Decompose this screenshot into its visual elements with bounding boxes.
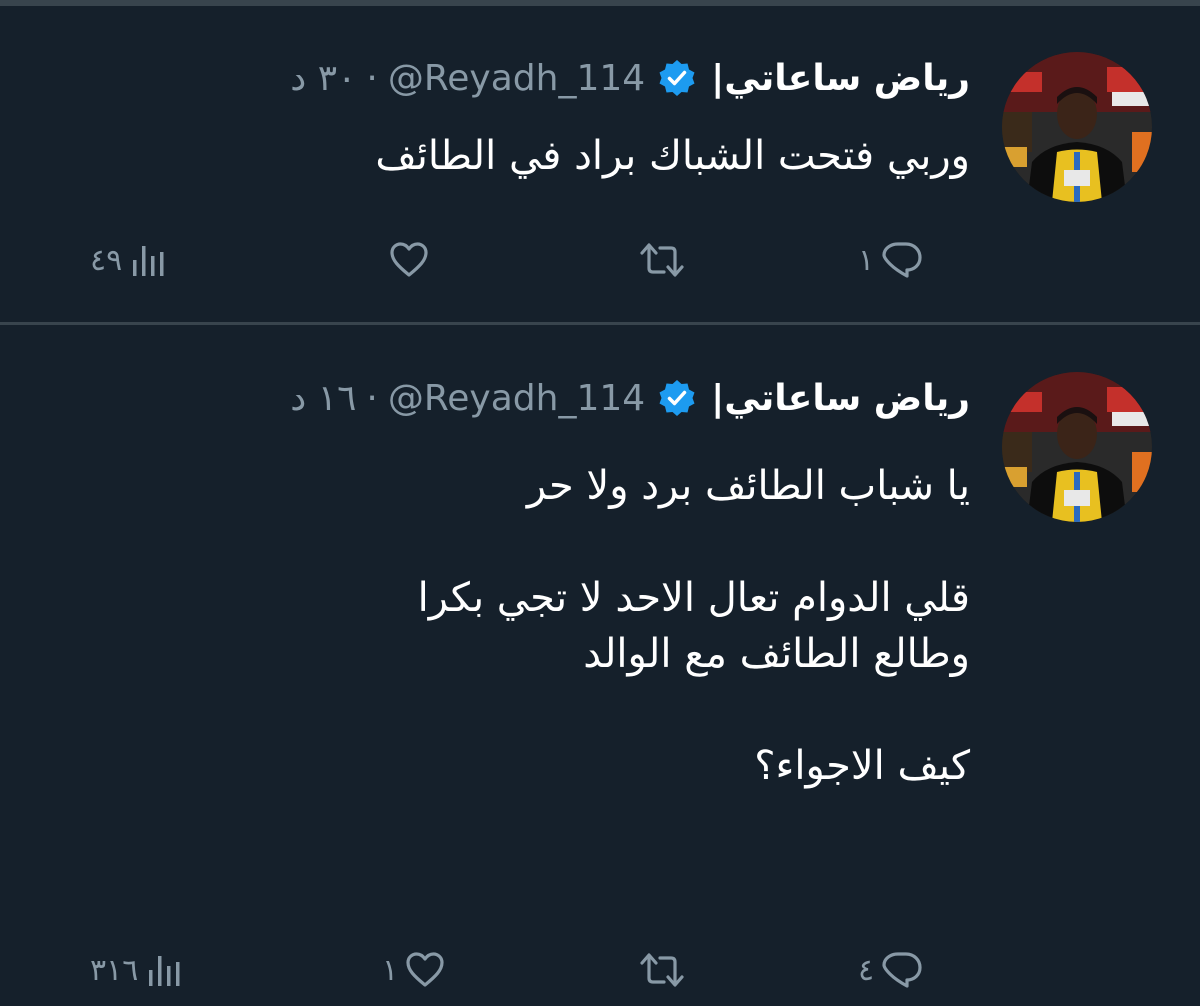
display-name[interactable]: رياض ساعاتي| (711, 58, 970, 99)
tweet-divider (0, 322, 1200, 325)
retweet-icon (640, 953, 684, 987)
display-name[interactable]: رياض ساعاتي| (711, 378, 970, 419)
avatar[interactable] (1002, 372, 1152, 522)
tweet-text: وربي فتحت الشباك براد في الطائف (210, 128, 970, 184)
separator-dot: · (366, 377, 378, 419)
tweet-timestamp[interactable]: ١٦ د (290, 378, 356, 419)
retweet-button[interactable] (640, 940, 684, 1000)
heart-icon (390, 242, 428, 277)
tweet-header: رياض ساعاتي| @Reyadh_114 · ٣٠ د (290, 50, 970, 106)
user-handle[interactable]: @Reyadh_114 (388, 378, 645, 419)
tweet-text-line: قلي الدوام تعال الاحد لا تجي بكرا (417, 575, 970, 621)
verified-badge-icon (659, 380, 695, 416)
views-bar-chart-icon (149, 956, 180, 986)
tweet-timestamp[interactable]: ٣٠ د (290, 58, 356, 99)
avatar[interactable] (1002, 52, 1152, 202)
tweet-card[interactable]: رياض ساعاتي| @Reyadh_114 · ١٦ د يا شباب … (0, 326, 1200, 1006)
tweet-text-line: وربي فتحت الشباك براد في الطائف (375, 133, 970, 179)
reply-button[interactable]: ١ (858, 230, 924, 290)
reply-count: ١ (858, 242, 875, 278)
views-button[interactable]: ٣١٦ (90, 940, 182, 1000)
like-button[interactable]: ١ (382, 940, 446, 1000)
views-button[interactable]: ٤٩ (90, 230, 166, 290)
tweet-actions: ٤٩ ١ (80, 230, 960, 290)
separator-dot: · (366, 57, 378, 99)
reply-bubble-icon (882, 952, 922, 988)
views-bar-chart-icon (133, 246, 164, 276)
tweet-text-line: يا شباب الطائف برد ولا حر (526, 463, 970, 509)
retweet-icon (640, 243, 684, 277)
retweet-button[interactable] (640, 230, 684, 290)
heart-icon (406, 952, 444, 987)
like-count: ١ (382, 952, 399, 988)
tweet-header: رياض ساعاتي| @Reyadh_114 · ١٦ د (290, 370, 970, 426)
reply-count: ٤ (858, 952, 875, 988)
views-count: ٣١٦ (90, 952, 139, 988)
tweet-text-line: وطالع الطائف مع الوالد (583, 631, 970, 677)
views-count: ٤٩ (90, 242, 123, 278)
tweet-actions: ٣١٦ ١ ٤ (80, 940, 960, 1000)
tweet-card[interactable]: رياض ساعاتي| @Reyadh_114 · ٣٠ د وربي فتح… (0, 6, 1200, 324)
tweet-text-line: كيف الاجواء؟ (754, 743, 970, 789)
tweet-text: يا شباب الطائف برد ولا حر قلي الدوام تعا… (210, 458, 970, 794)
user-handle[interactable]: @Reyadh_114 (388, 58, 645, 99)
like-button[interactable] (382, 230, 430, 290)
verified-badge-icon (659, 60, 695, 96)
reply-button[interactable]: ٤ (858, 940, 924, 1000)
reply-bubble-icon (882, 242, 922, 278)
